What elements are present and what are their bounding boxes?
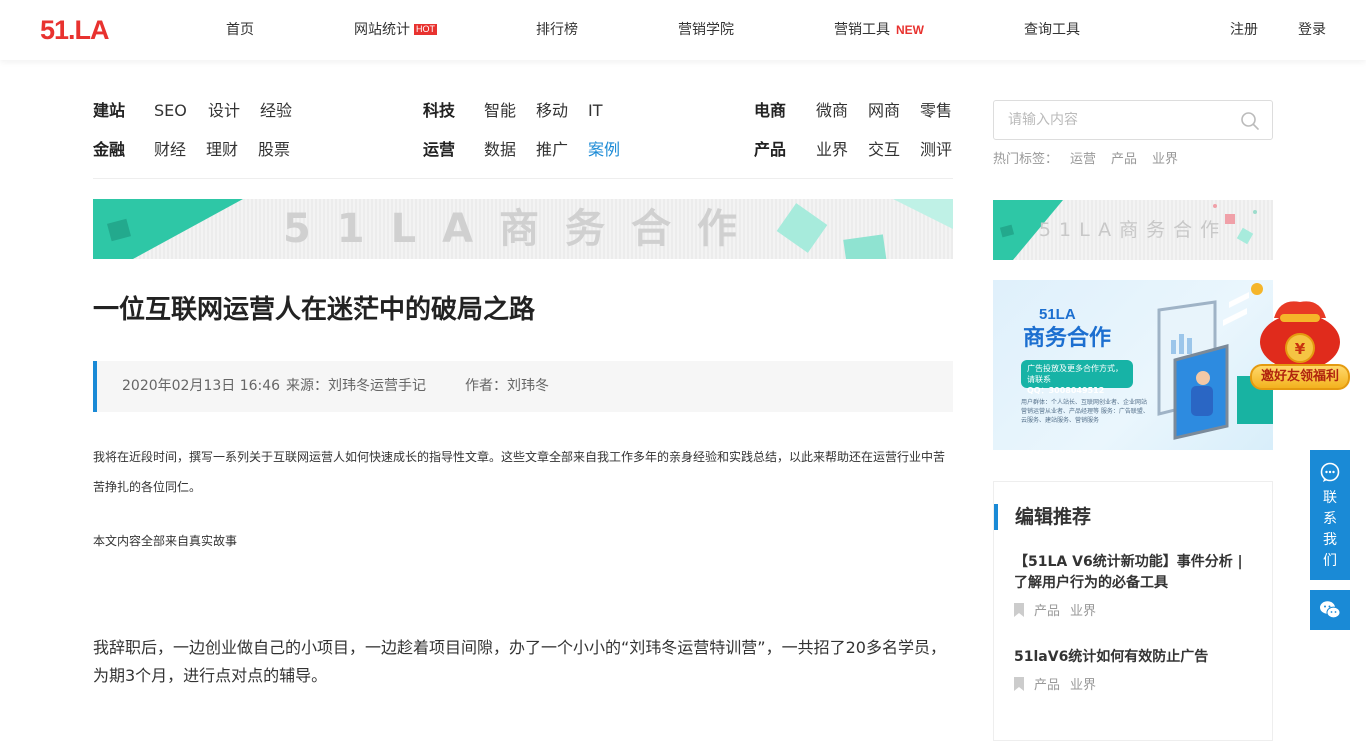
recommend-item-tags: 产品 业界	[1014, 677, 1106, 694]
category-head-dianshang[interactable]: 电商	[754, 100, 816, 122]
editor-recommend-panel: 编辑推荐 【51LA V6统计新功能】事件分析 | 了解用户行为的必备工具 产品…	[993, 481, 1273, 741]
article-paragraph: 本文内容全部来自真实故事	[93, 534, 238, 548]
category-link[interactable]: 经验	[260, 100, 292, 122]
ad-contact-qq: QQ：3008049512	[1027, 386, 1105, 395]
category-divider	[93, 178, 953, 179]
article-date: 2020年02月13日 16:46	[122, 378, 281, 394]
article-paragraph: 我辞职后，一边创业做自己的小项目，一边趁着项目间隙，办了一个小小的“刘玮冬运营特…	[93, 638, 946, 685]
recommend-tag[interactable]: 产品	[1034, 604, 1060, 619]
invite-friends-promo[interactable]: ¥ 邀好友领福利	[1250, 282, 1350, 392]
bookmark-icon	[1014, 603, 1024, 617]
editor-recommend-title: 编辑推荐	[994, 504, 1091, 530]
search-icon[interactable]	[1240, 111, 1260, 131]
category-link[interactable]: 数据	[484, 139, 536, 161]
category-link[interactable]: 测评	[920, 139, 952, 161]
ad-description: 用户群体：个人站长、互联网创业者、企业网站营销运营从业者、产品经理等 服务：广告…	[1021, 399, 1149, 424]
category-link[interactable]: 推广	[536, 139, 588, 161]
nav-marketing-academy-label: 营销学院	[678, 22, 734, 38]
svg-text:¥: ¥	[1295, 340, 1306, 358]
category-group-2: 科技 智能 移动 IT 运营 数据 推广 案例	[423, 100, 620, 161]
category-head-jianzhan[interactable]: 建站	[93, 100, 154, 122]
hot-tags-label: 热门标签：	[993, 152, 1059, 167]
search-box	[993, 100, 1273, 140]
article-title: 一位互联网运营人在迷茫中的破局之路	[93, 295, 536, 325]
category-link[interactable]: 理财	[206, 139, 258, 161]
side-business-banner[interactable]: 51LA商务合作	[993, 200, 1273, 260]
nav-query-tools[interactable]: 查询工具	[1024, 20, 1080, 40]
recommend-tag[interactable]: 业界	[1070, 604, 1096, 619]
nav-marketing-tools[interactable]: 营销工具 NEW	[834, 20, 924, 40]
nav-site-stats[interactable]: 网站统计 HOT	[354, 20, 437, 40]
nav-marketing-tools-label: 营销工具	[834, 22, 890, 38]
nav-site-stats-label: 网站统计	[354, 22, 410, 38]
article-meta: 2020年02月13日 16:46 来源：刘玮冬运营手记 作者：刘玮冬	[93, 361, 953, 412]
article-author: 作者：刘玮冬	[465, 378, 549, 394]
invite-promo-label: 邀好友领福利	[1250, 364, 1350, 390]
contact-char: 系	[1323, 511, 1337, 527]
wechat-button[interactable]	[1310, 590, 1350, 630]
category-link[interactable]: 设计	[208, 100, 260, 122]
category-link[interactable]: 交互	[868, 139, 920, 161]
login-link[interactable]: 登录	[1298, 20, 1326, 40]
hot-tag[interactable]: 产品	[1111, 152, 1137, 167]
top-header: 51.LA 首页 网站统计 HOT 排行榜 营销学院 营销工具 NEW 查询工具 注…	[0, 0, 1366, 60]
category-group-3: 电商 微商 网商 零售 产品 业界 交互 测评	[754, 100, 952, 161]
ad-business-card[interactable]: 51LA 商务合作 广告投放及更多合作方式，请联系 QQ：3008049512 …	[993, 280, 1273, 450]
recommend-item-tags: 产品 业界	[1014, 603, 1106, 620]
category-link[interactable]: 零售	[920, 100, 952, 122]
category-link[interactable]: 移动	[536, 100, 588, 122]
business-cooperation-banner[interactable]: 51LA商务合作	[93, 199, 953, 259]
hot-tags: 热门标签： 运营 产品 业界	[993, 151, 1178, 169]
recommend-tag[interactable]: 产品	[1034, 678, 1060, 693]
category-link[interactable]: 业界	[816, 139, 868, 161]
wechat-icon	[1320, 601, 1341, 619]
article-paragraph: 我将在近段时间，撰写一系列关于互联网运营人如何快速成长的指导性文章。这些文章全部…	[93, 450, 946, 494]
nav-home[interactable]: 首页	[226, 20, 254, 40]
lucky-bag-icon: ¥	[1251, 283, 1340, 368]
category-link[interactable]: 微商	[816, 100, 868, 122]
nav-ranking[interactable]: 排行榜	[536, 20, 578, 40]
hot-tag[interactable]: 业界	[1152, 152, 1178, 167]
article-source: 来源：刘玮冬运营手记	[286, 378, 426, 394]
category-head-jinrong[interactable]: 金融	[93, 139, 154, 161]
search-input[interactable]	[1008, 110, 1228, 130]
chat-bubble-icon	[1320, 462, 1340, 482]
hot-badge: HOT	[414, 24, 437, 35]
side-banner-text: 51LA商务合作	[1038, 219, 1228, 241]
new-badge: NEW	[896, 23, 924, 37]
category-link-active[interactable]: 案例	[588, 139, 620, 161]
contact-us-button[interactable]: 联 系 我 们	[1310, 450, 1350, 580]
contact-char: 联	[1323, 490, 1337, 506]
contact-us-label: 联 系 我 们	[1310, 488, 1350, 572]
ad-brand: 51LA	[1039, 306, 1076, 323]
hot-tag[interactable]: 运营	[1070, 152, 1096, 167]
nav-marketing-academy[interactable]: 营销学院	[678, 20, 734, 40]
contact-char: 们	[1323, 553, 1337, 569]
contact-char: 我	[1323, 532, 1337, 548]
category-link[interactable]: 财经	[154, 139, 206, 161]
category-link[interactable]: IT	[588, 100, 603, 122]
nav-home-label: 首页	[226, 22, 254, 38]
recommend-tag[interactable]: 业界	[1070, 678, 1096, 693]
ad-contact-line1: 广告投放及更多合作方式，请联系	[1027, 364, 1123, 384]
recommend-item-title[interactable]: 51laV6统计如何有效防止广告	[1014, 647, 1254, 668]
category-head-yunying[interactable]: 运营	[423, 139, 484, 161]
site-logo[interactable]: 51.LA	[40, 17, 110, 44]
register-link[interactable]: 注册	[1230, 20, 1258, 40]
category-head-chanpin[interactable]: 产品	[754, 139, 816, 161]
category-head-keji[interactable]: 科技	[423, 100, 484, 122]
category-link[interactable]: 股票	[258, 139, 290, 161]
ad-contact: 广告投放及更多合作方式，请联系 QQ：3008049512	[1021, 360, 1133, 395]
category-link[interactable]: 智能	[484, 100, 536, 122]
recommend-item-title[interactable]: 【51LA V6统计新功能】事件分析 | 了解用户行为的必备工具	[1014, 552, 1254, 594]
bookmark-icon	[1014, 677, 1024, 691]
category-link[interactable]: 网商	[868, 100, 920, 122]
nav-ranking-label: 排行榜	[536, 22, 578, 38]
banner-text: 51LA商务合作	[282, 206, 764, 252]
ad-title: 商务合作	[1023, 326, 1112, 351]
category-link[interactable]: SEO	[154, 100, 208, 122]
nav-query-tools-label: 查询工具	[1024, 22, 1080, 38]
category-group-1: 建站 SEO 设计 经验 金融 财经 理财 股票	[93, 100, 292, 161]
